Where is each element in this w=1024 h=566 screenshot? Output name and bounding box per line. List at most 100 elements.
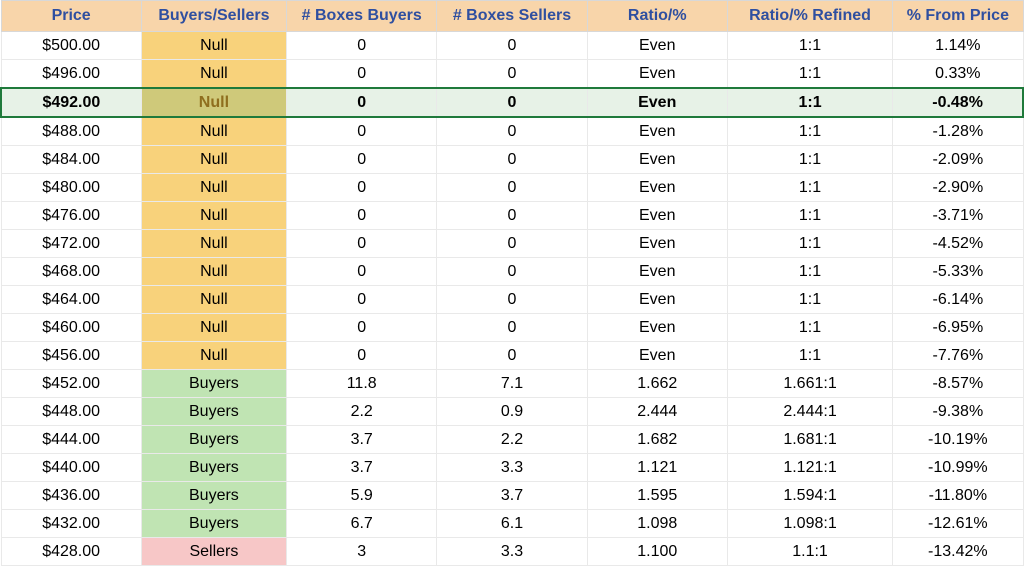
table-row: $488.00Null00Even1:1-1.28% — [1, 117, 1023, 146]
cell-boxes-sellers: 0 — [437, 314, 587, 342]
cell-pct-from-price: 1.14% — [893, 32, 1023, 60]
cell-price: $448.00 — [1, 398, 141, 426]
table-row: $428.00Sellers33.31.1001.1:1-13.42% — [1, 538, 1023, 566]
table-row: $496.00Null00Even1:10.33% — [1, 60, 1023, 89]
cell-boxes-sellers: 0 — [437, 286, 587, 314]
cell-price: $444.00 — [1, 426, 141, 454]
cell-pct-from-price: -2.90% — [893, 174, 1023, 202]
table-row: $476.00Null00Even1:1-3.71% — [1, 202, 1023, 230]
cell-price: $436.00 — [1, 482, 141, 510]
table-row: $432.00Buyers6.76.11.0981.098:1-12.61% — [1, 510, 1023, 538]
cell-pct-from-price: -2.09% — [893, 146, 1023, 174]
cell-ratio-refined: 1:1 — [727, 32, 892, 60]
cell-ratio: Even — [587, 314, 727, 342]
cell-price: $500.00 — [1, 32, 141, 60]
cell-boxes-buyers: 0 — [287, 258, 437, 286]
cell-pct-from-price: -12.61% — [893, 510, 1023, 538]
cell-boxes-buyers: 6.7 — [287, 510, 437, 538]
cell-ratio-refined: 1:1 — [727, 230, 892, 258]
table-row: $452.00Buyers11.87.11.6621.661:1-8.57% — [1, 370, 1023, 398]
cell-pct-from-price: -9.38% — [893, 398, 1023, 426]
cell-ratio: Even — [587, 230, 727, 258]
cell-pct-from-price: -10.99% — [893, 454, 1023, 482]
cell-boxes-buyers: 0 — [287, 32, 437, 60]
cell-boxes-buyers: 0 — [287, 314, 437, 342]
cell-boxes-buyers: 3.7 — [287, 426, 437, 454]
cell-price: $488.00 — [1, 117, 141, 146]
table-row: $444.00Buyers3.72.21.6821.681:1-10.19% — [1, 426, 1023, 454]
cell-ratio: Even — [587, 88, 727, 117]
cell-price: $456.00 — [1, 342, 141, 370]
cell-ratio: 1.100 — [587, 538, 727, 566]
cell-ratio: Even — [587, 286, 727, 314]
table-row: $468.00Null00Even1:1-5.33% — [1, 258, 1023, 286]
cell-ratio-refined: 1.098:1 — [727, 510, 892, 538]
cell-buyers-sellers: Null — [141, 258, 286, 286]
table-row: $456.00Null00Even1:1-7.76% — [1, 342, 1023, 370]
cell-boxes-buyers: 0 — [287, 60, 437, 89]
cell-ratio-refined: 1:1 — [727, 88, 892, 117]
cell-ratio-refined: 2.444:1 — [727, 398, 892, 426]
cell-boxes-buyers: 0 — [287, 117, 437, 146]
table-header: Price Buyers/Sellers # Boxes Buyers # Bo… — [1, 1, 1023, 32]
col-boxes-sellers: # Boxes Sellers — [437, 1, 587, 32]
cell-price: $460.00 — [1, 314, 141, 342]
cell-price: $472.00 — [1, 230, 141, 258]
cell-boxes-sellers: 0 — [437, 32, 587, 60]
table-row: $440.00Buyers3.73.31.1211.121:1-10.99% — [1, 454, 1023, 482]
cell-buyers-sellers: Sellers — [141, 538, 286, 566]
cell-price: $452.00 — [1, 370, 141, 398]
cell-ratio-refined: 1.121:1 — [727, 454, 892, 482]
cell-boxes-sellers: 0 — [437, 60, 587, 89]
cell-buyers-sellers: Null — [141, 146, 286, 174]
cell-pct-from-price: -6.95% — [893, 314, 1023, 342]
cell-ratio-refined: 1.1:1 — [727, 538, 892, 566]
cell-price: $440.00 — [1, 454, 141, 482]
price-table: Price Buyers/Sellers # Boxes Buyers # Bo… — [0, 0, 1024, 566]
cell-ratio: Even — [587, 117, 727, 146]
cell-ratio: 1.098 — [587, 510, 727, 538]
cell-boxes-sellers: 0 — [437, 88, 587, 117]
cell-ratio: 1.682 — [587, 426, 727, 454]
cell-ratio-refined: 1:1 — [727, 117, 892, 146]
cell-boxes-sellers: 0 — [437, 174, 587, 202]
cell-pct-from-price: -11.80% — [893, 482, 1023, 510]
cell-ratio: 2.444 — [587, 398, 727, 426]
cell-boxes-buyers: 3.7 — [287, 454, 437, 482]
cell-pct-from-price: -4.52% — [893, 230, 1023, 258]
cell-buyers-sellers: Buyers — [141, 370, 286, 398]
col-ratio: Ratio/% — [587, 1, 727, 32]
cell-boxes-sellers: 0 — [437, 146, 587, 174]
cell-ratio-refined: 1:1 — [727, 314, 892, 342]
cell-boxes-buyers: 0 — [287, 88, 437, 117]
cell-pct-from-price: -5.33% — [893, 258, 1023, 286]
cell-price: $480.00 — [1, 174, 141, 202]
table-body: $500.00Null00Even1:11.14%$496.00Null00Ev… — [1, 32, 1023, 566]
cell-ratio-refined: 1:1 — [727, 342, 892, 370]
table-row: $448.00Buyers2.20.92.4442.444:1-9.38% — [1, 398, 1023, 426]
cell-boxes-buyers: 0 — [287, 230, 437, 258]
cell-buyers-sellers: Null — [141, 314, 286, 342]
table-row: $472.00Null00Even1:1-4.52% — [1, 230, 1023, 258]
cell-buyers-sellers: Buyers — [141, 510, 286, 538]
col-pct-from-price: % From Price — [893, 1, 1023, 32]
col-ratio-refined: Ratio/% Refined — [727, 1, 892, 32]
cell-buyers-sellers: Null — [141, 286, 286, 314]
table-row: $480.00Null00Even1:1-2.90% — [1, 174, 1023, 202]
cell-boxes-buyers: 0 — [287, 174, 437, 202]
cell-ratio-refined: 1:1 — [727, 146, 892, 174]
cell-boxes-sellers: 6.1 — [437, 510, 587, 538]
cell-ratio-refined: 1:1 — [727, 60, 892, 89]
col-buyers-sellers: Buyers/Sellers — [141, 1, 286, 32]
table-row: $460.00Null00Even1:1-6.95% — [1, 314, 1023, 342]
cell-ratio-refined: 1.661:1 — [727, 370, 892, 398]
cell-boxes-sellers: 2.2 — [437, 426, 587, 454]
cell-pct-from-price: -8.57% — [893, 370, 1023, 398]
table-row: $492.00Null00Even1:1-0.48% — [1, 88, 1023, 117]
cell-buyers-sellers: Null — [141, 117, 286, 146]
cell-pct-from-price: 0.33% — [893, 60, 1023, 89]
cell-price: $464.00 — [1, 286, 141, 314]
cell-price: $484.00 — [1, 146, 141, 174]
cell-pct-from-price: -7.76% — [893, 342, 1023, 370]
cell-boxes-buyers: 11.8 — [287, 370, 437, 398]
